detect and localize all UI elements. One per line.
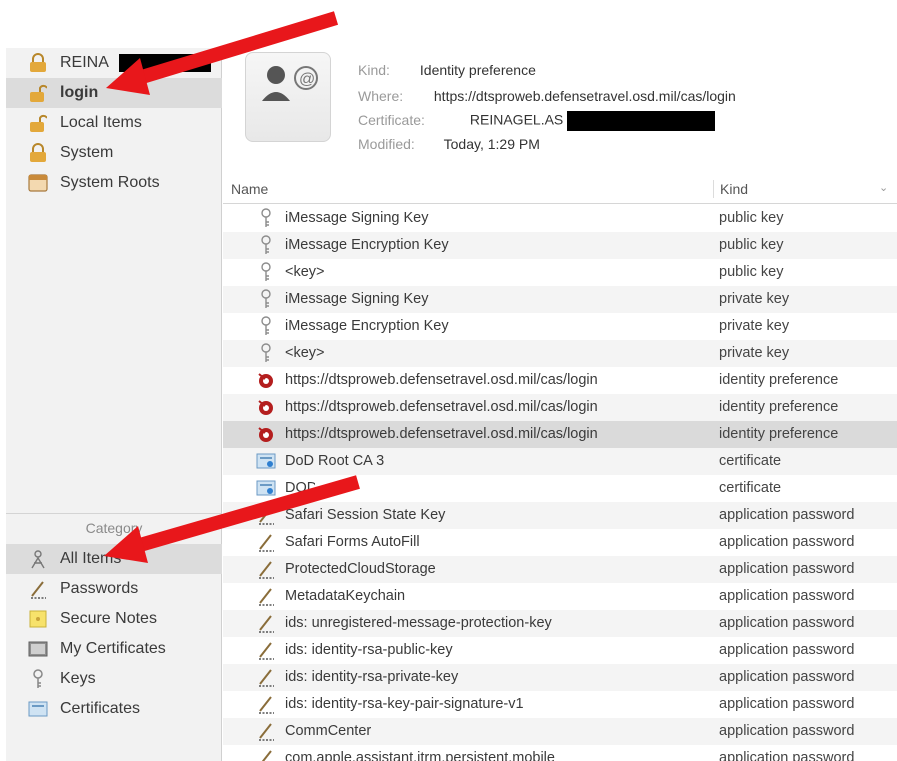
red-arrow-top xyxy=(106,11,339,95)
red-arrow-bottom xyxy=(104,475,360,563)
annotation-arrows xyxy=(104,11,360,563)
